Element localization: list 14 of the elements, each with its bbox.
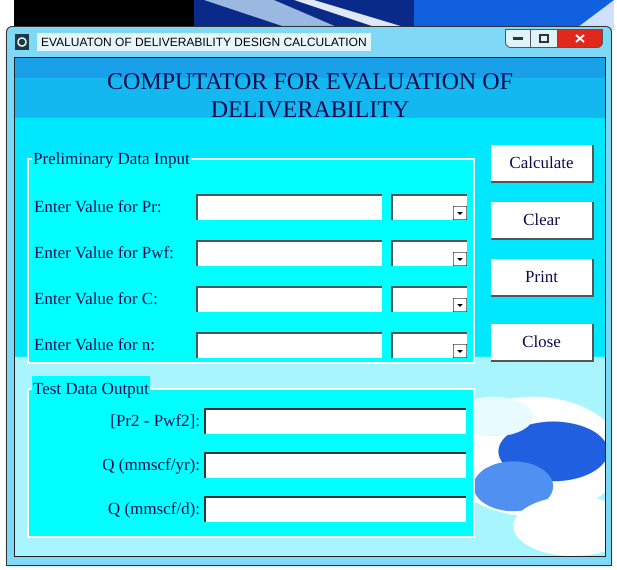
action-button[interactable]: Close [491,324,594,362]
field-label: Enter Value for Pr: [34,196,163,218]
action-button[interactable]: Calculate [491,145,594,183]
field-label: Q (mmscf/yr): [101,454,201,476]
form-heading: COMPUTATOR FOR EVALUATION OF DELIVERABILITY [106,68,514,124]
action-button[interactable]: Print [491,259,594,297]
field-label: Enter Value for n: [34,334,156,356]
field-label: Enter Value for C: [34,288,159,310]
field-label: Enter Value for Pwf: [34,242,175,264]
action-button[interactable]: Clear [491,202,594,240]
field-label: Q (mmscf/d): [106,498,201,520]
window-title: EVALUATON OF DELIVERABILITY DESIGN CALCULATION [37,33,371,51]
field-label: [Pr2 - Pwf2]: [109,410,201,432]
group-title: Preliminary Data Input [32,148,191,170]
